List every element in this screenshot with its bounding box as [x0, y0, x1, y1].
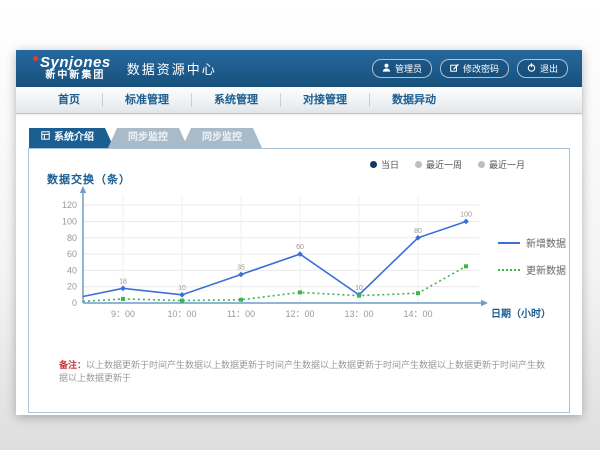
svg-text:10: 10	[355, 285, 363, 292]
time-filter-2[interactable]: 最近一月	[478, 158, 525, 171]
header-action-user[interactable]: 管理员	[372, 59, 432, 78]
header-action-edit[interactable]: 修改密码	[440, 59, 509, 78]
header-actions: 管理员 修改密码 退出	[372, 59, 568, 78]
radio-icon	[415, 161, 422, 168]
tab-1[interactable]: 同步监控	[108, 128, 188, 148]
tab-label: 同步监控	[128, 128, 168, 148]
app-window: Synjones 新中新集团 数据资源中心 管理员修改密码退出 首页标准管理系统…	[16, 50, 582, 415]
legend-label: 新增数据	[526, 235, 566, 250]
svg-text:20: 20	[67, 282, 77, 292]
line-chart: 0 20 40 60 80 100 120 9：00 10：00 11：00 12：00 13：00 1…	[51, 181, 526, 333]
svg-text:120: 120	[62, 200, 77, 210]
nav-item-2[interactable]: 系统管理	[192, 93, 281, 107]
footnote-label: 备注：	[59, 360, 86, 370]
nav-item-1[interactable]: 标准管理	[103, 93, 192, 107]
time-filter-0[interactable]: 当日	[370, 158, 399, 171]
legend-item-0: 新增数据	[498, 235, 566, 250]
svg-text:0: 0	[72, 298, 77, 308]
svg-text:14：00: 14：00	[403, 309, 432, 319]
time-filter-label: 当日	[381, 158, 399, 171]
tab-icon	[41, 128, 50, 148]
svg-text:日期（小时）: 日期（小时）	[491, 307, 551, 320]
nav-item-3[interactable]: 对接管理	[281, 93, 370, 107]
legend-swatch	[498, 242, 520, 244]
page-title: 数据资源中心	[127, 59, 217, 78]
legend-item-1: 更新数据	[498, 262, 566, 277]
svg-text:12：00: 12：00	[285, 309, 314, 319]
svg-text:60: 60	[67, 249, 77, 259]
tab-bar: 系统介绍 同步监控 同步监控	[29, 128, 570, 148]
nav-item-0[interactable]: 首页	[36, 93, 103, 107]
chart-legend: 新增数据更新数据	[498, 235, 566, 277]
tab-0[interactable]: 系统介绍	[29, 128, 114, 148]
legend-label: 更新数据	[526, 262, 566, 277]
svg-text:9：00: 9：00	[111, 309, 135, 319]
tab-label: 同步监控	[202, 128, 242, 148]
time-filter-1[interactable]: 最近一周	[415, 158, 462, 171]
svg-text:35: 35	[237, 264, 245, 271]
logo-accent-dot	[33, 56, 38, 61]
header-action-power[interactable]: 退出	[517, 59, 568, 78]
svg-text:40: 40	[67, 265, 77, 275]
svg-text:10: 10	[178, 285, 186, 292]
power-icon	[527, 63, 536, 74]
svg-text:100: 100	[62, 216, 77, 226]
brand-logo: Synjones 新中新集团	[40, 55, 111, 81]
svg-text:13：00: 13：00	[344, 309, 373, 319]
tab-2[interactable]: 同步监控	[182, 128, 262, 148]
svg-text:60: 60	[296, 244, 304, 251]
logo-text-en: Synjones	[40, 54, 111, 71]
time-filter-label: 最近一月	[489, 158, 525, 171]
header-action-label: 退出	[540, 62, 558, 75]
app-header: Synjones 新中新集团 数据资源中心 管理员 修改密码 退出	[16, 50, 582, 87]
content-area: 系统介绍同步监控同步监控 当日最近一周最近一月 数据交换（条） 02040608…	[16, 114, 582, 413]
header-action-label: 管理员	[395, 62, 422, 75]
footnote-text: 以上数据更新于时间产生数据以上数据更新于时间产生数据以上数据更新于时间产生数据以…	[59, 360, 545, 383]
svg-text:80: 80	[67, 233, 77, 243]
main-nav: 首页标准管理系统管理对接管理数据异动	[16, 87, 582, 114]
time-filter-label: 最近一周	[426, 158, 462, 171]
logo-text-cn: 新中新集团	[40, 71, 111, 82]
time-filter-group: 当日 最近一周 最近一月	[370, 158, 525, 171]
content-panel: 当日最近一周最近一月 数据交换（条） 0204060801001209：0010…	[28, 148, 570, 413]
radio-icon	[478, 161, 485, 168]
header-action-label: 修改密码	[463, 62, 499, 75]
nav-item-4[interactable]: 数据异动	[370, 93, 458, 107]
svg-text:100: 100	[460, 211, 472, 218]
svg-text:11：00: 11：00	[227, 309, 255, 319]
svg-text:80: 80	[414, 228, 422, 235]
svg-text:10：00: 10：00	[167, 309, 196, 319]
legend-swatch	[498, 269, 520, 271]
footnote: 备注：以上数据更新于时间产生数据以上数据更新于时间产生数据以上数据更新于时间产生…	[59, 359, 569, 384]
edit-icon	[450, 63, 459, 74]
radio-icon	[370, 161, 377, 168]
svg-text:18: 18	[119, 278, 127, 285]
user-icon	[382, 63, 391, 74]
tab-label: 系统介绍	[54, 128, 94, 148]
logo-wordmark: Synjones	[40, 55, 111, 71]
